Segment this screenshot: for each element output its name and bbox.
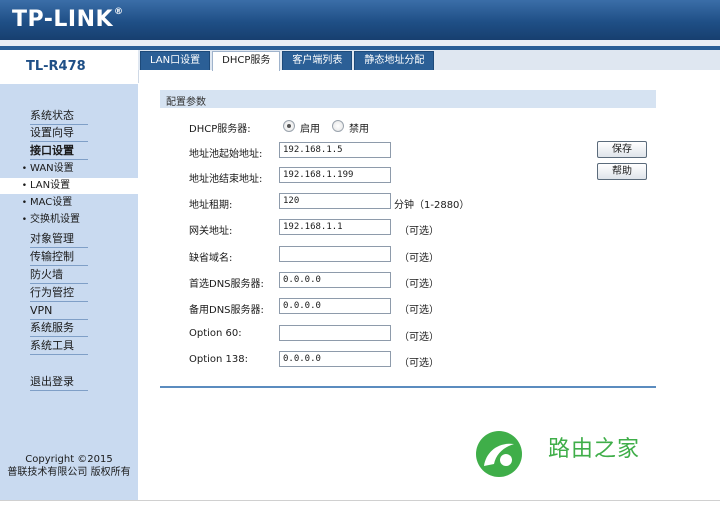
option60-input[interactable]: [279, 325, 391, 341]
primary-dns-input[interactable]: 0.0.0.0: [279, 272, 391, 288]
logo-text: TP-LINK: [12, 7, 114, 32]
start-address-label: 地址池起始地址:: [189, 149, 263, 160]
tab-strip: LAN口设置 DHCP服务 客户端列表 静态地址分配: [140, 51, 435, 71]
default-domain-label: 缺省域名:: [189, 253, 233, 264]
radio-selected-dot: [287, 124, 291, 128]
watermark-logo-icon: [476, 431, 522, 477]
start-address-input[interactable]: 192.168.1.5: [279, 142, 391, 158]
sidebar-item-transfer-control[interactable]: 传输控制: [30, 249, 88, 266]
page-bottom-divider: [0, 500, 720, 501]
dhcp-disable-label: 禁用: [349, 124, 369, 135]
tab-dhcp-service[interactable]: DHCP服务: [212, 51, 281, 71]
bullet-icon: •: [21, 198, 27, 208]
gateway-input[interactable]: 192.168.1.1: [279, 219, 391, 235]
sidebar-item-behavior-control[interactable]: 行为管控: [30, 285, 88, 302]
dhcp-enable-radio[interactable]: [283, 120, 295, 132]
copyright: Copyright ©2015 普联技术有限公司 版权所有: [4, 453, 134, 479]
bullet-icon: •: [21, 181, 27, 191]
primary-dns-label: 首选DNS服务器:: [189, 279, 264, 290]
watermark-text: 路由之家: [548, 437, 641, 462]
option60-label: Option 60:: [189, 328, 242, 339]
option138-label: Option 138:: [189, 354, 249, 365]
option138-input[interactable]: 0.0.0.0: [279, 351, 391, 367]
section-title: 配置参数: [166, 97, 206, 108]
tab-lan-settings[interactable]: LAN口设置: [140, 51, 211, 70]
sidebar-item-system-status[interactable]: 系统状态: [30, 108, 88, 125]
lease-time-label: 地址租期:: [189, 200, 233, 211]
bullet-icon: •: [21, 215, 27, 225]
sidebar-item-firewall[interactable]: 防火墙: [30, 267, 88, 284]
tab-client-list[interactable]: 客户端列表: [282, 51, 353, 70]
copyright-line-1: Copyright ©2015: [25, 454, 113, 465]
sidebar-item-system-tools[interactable]: 系统工具: [30, 338, 88, 355]
sidebar-subitem-mac[interactable]: • MAC设置: [0, 195, 138, 211]
default-domain-input[interactable]: [279, 246, 391, 262]
sidebar-item-vpn[interactable]: VPN: [30, 303, 88, 320]
option138-optional-hint: （可选）: [399, 358, 439, 369]
dhcp-disable-radio[interactable]: [332, 120, 344, 132]
lease-time-input[interactable]: 120: [279, 193, 391, 209]
end-address-input[interactable]: 192.168.1.199: [279, 167, 391, 183]
sidebar-subitem-label: MAC设置: [30, 197, 73, 208]
tab-static-address[interactable]: 静态地址分配: [354, 51, 435, 70]
bullet-icon: •: [21, 164, 27, 174]
sidebar-subitem-label: WAN设置: [30, 163, 74, 174]
help-button[interactable]: 帮助: [597, 163, 647, 180]
lease-time-hint: 分钟（1-2880）: [394, 200, 470, 211]
sidebar-item-setup-wizard[interactable]: 设置向导: [30, 125, 88, 142]
end-address-label: 地址池结束地址:: [189, 174, 263, 185]
section-header: [160, 90, 656, 108]
sidebar-item-system-services[interactable]: 系统服务: [30, 320, 88, 337]
sidebar-item-logout[interactable]: 退出登录: [30, 374, 88, 391]
sidebar-item-interface-settings[interactable]: 接口设置: [30, 143, 88, 160]
option60-optional-hint: （可选）: [399, 332, 439, 343]
sidebar-subitem-label: LAN设置: [30, 180, 71, 191]
gateway-label: 网关地址:: [189, 226, 233, 237]
gateway-optional-hint: （可选）: [399, 226, 439, 237]
sidebar-item-object-management[interactable]: 对象管理: [30, 231, 88, 248]
domain-optional-hint: （可选）: [399, 253, 439, 264]
sidebar-subitem-lan[interactable]: • LAN设置: [0, 178, 138, 194]
secondary-dns-input[interactable]: 0.0.0.0: [279, 298, 391, 314]
tp-link-logo: TP-LINK®: [12, 7, 124, 32]
registered-mark-icon: ®: [114, 7, 124, 17]
content-bottom-divider: [160, 386, 656, 388]
save-button[interactable]: 保存: [597, 141, 647, 158]
sidebar-subitem-label: 交换机设置: [30, 214, 80, 225]
dhcp-enable-label: 启用: [300, 124, 320, 135]
copyright-line-2: 普联技术有限公司 版权所有: [7, 467, 131, 478]
secondary-dns-label: 备用DNS服务器:: [189, 305, 264, 316]
dns1-optional-hint: （可选）: [399, 279, 439, 290]
model-name: TL-R478: [26, 59, 86, 74]
dns2-optional-hint: （可选）: [399, 305, 439, 316]
sidebar-subitem-wan[interactable]: • WAN设置: [0, 161, 138, 177]
dhcp-server-label: DHCP服务器:: [189, 124, 251, 135]
sidebar-subitem-switch[interactable]: • 交换机设置: [0, 212, 138, 228]
top-banner: TP-LINK®: [0, 0, 720, 40]
